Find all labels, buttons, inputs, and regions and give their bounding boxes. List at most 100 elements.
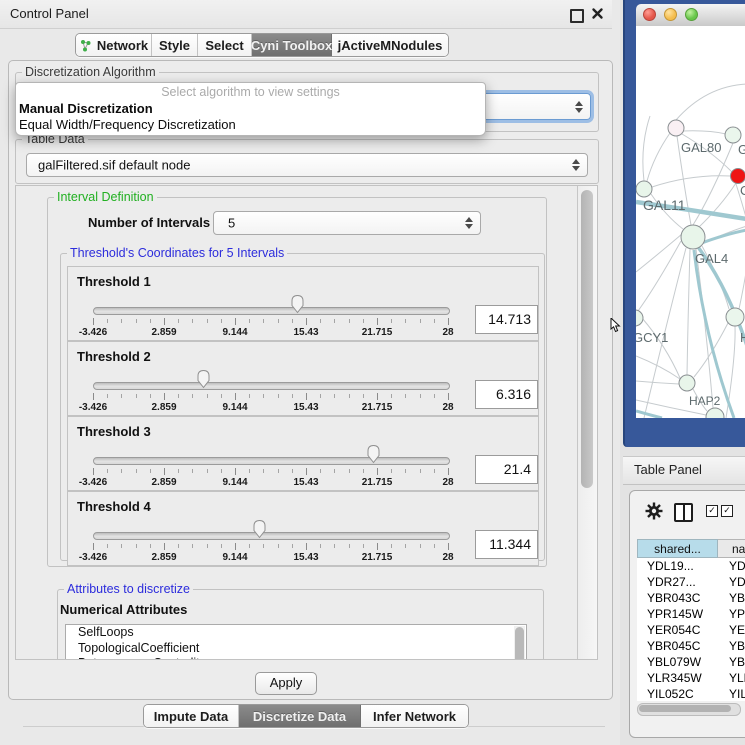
close-window-icon[interactable] [643, 8, 656, 21]
cell-shared-name: YPR145W [647, 606, 703, 622]
right-mid-node[interactable] [726, 308, 744, 326]
combo-stepper-icon [572, 159, 580, 171]
cell-shared-name: YIL052C [647, 686, 694, 701]
node-label-c: C [740, 183, 745, 198]
threshold-value-field[interactable]: 14.713 [475, 305, 538, 334]
cell-name: YLR3 [729, 670, 745, 686]
panel-title: Control Panel [10, 6, 89, 21]
minimize-window-icon[interactable] [664, 8, 677, 21]
attribute-item-topologicalcoefficient[interactable]: TopologicalCoefficient [66, 641, 526, 657]
slider-thumb[interactable] [366, 444, 381, 464]
node-label-gal80: GAL80 [681, 140, 721, 155]
gal80-node[interactable] [668, 120, 684, 136]
table-row[interactable]: YBR045C YBR0 [644, 638, 745, 654]
threshold-value-field[interactable]: 6.316 [475, 380, 538, 409]
table-data-group: Table Data galFiltered.sif default node [15, 139, 599, 184]
attribute-item-selfloops[interactable]: SelfLoops [66, 625, 526, 641]
slider-thumb[interactable] [252, 519, 267, 539]
threshold-1-panel: Threshold 1-3.4262.8599.14415.4321.71528… [67, 266, 539, 341]
threshold-value-field[interactable]: 11.344 [475, 530, 538, 559]
hap2-node[interactable] [679, 375, 695, 391]
table-row[interactable]: YBL079WYBL0 [644, 654, 745, 670]
slider-track[interactable] [93, 457, 450, 465]
combo-stepper-icon [575, 101, 583, 113]
table-data-combo[interactable]: galFiltered.sif default node [26, 153, 588, 177]
slider-tick-labels: -3.4262.8599.14415.4321.71528 [93, 477, 448, 487]
table-row[interactable]: YBR043CYBR0 [644, 590, 745, 606]
threshold-label: Threshold 3 [77, 424, 151, 439]
close-icon[interactable] [591, 7, 604, 20]
slider-tick-labels: -3.4262.8599.14415.4321.71528 [93, 552, 448, 562]
zoom-window-icon[interactable] [685, 8, 698, 21]
network-canvas[interactable]: GAL80GACGAL11GAL4GCY1HHAP2 [636, 26, 745, 418]
network-window-titlebar[interactable] [636, 4, 745, 27]
number-of-intervals-combo[interactable]: 5 [213, 211, 481, 235]
checkbox-icon[interactable]: ✓ [721, 505, 733, 517]
gal11-node[interactable] [636, 181, 652, 197]
column-header-shared-name[interactable]: shared... [637, 539, 718, 558]
tab-jactivemnodules[interactable]: jActiveMNodules [332, 34, 448, 56]
interval-definition-group: Interval Definition Number of Intervals … [47, 197, 547, 567]
threshold-2-panel: Threshold 2-3.4262.8599.14415.4321.71528… [67, 341, 539, 416]
settings-scrollpane: Interval Definition Number of Intervals … [15, 185, 598, 660]
bottom-node[interactable] [706, 408, 724, 418]
top-right-node[interactable] [725, 127, 741, 143]
scrollbar-thumb[interactable] [639, 705, 731, 712]
panel-vertical-scrollbar[interactable] [578, 186, 597, 659]
red-node[interactable] [731, 169, 745, 184]
slider-track[interactable] [93, 532, 450, 540]
node-label-ga: GA [738, 142, 745, 157]
cell-name: YBL0 [729, 654, 745, 670]
slider-ticks [93, 543, 448, 551]
node-label-h: H [740, 330, 745, 345]
table-row[interactable]: YDR27...YDR2 [644, 574, 745, 590]
columns-icon[interactable] [674, 503, 693, 522]
attributes-list-scrollbar[interactable] [514, 626, 525, 659]
tab-network[interactable]: Network [76, 34, 152, 56]
slider-ticks [93, 393, 448, 401]
table-row[interactable]: YDL19...YDL1 [644, 558, 745, 574]
tab-discretize-data[interactable]: Discretize Data [239, 705, 361, 727]
gal4-node[interactable] [681, 225, 705, 249]
tab-label: Style [159, 38, 190, 53]
column-header-name[interactable]: na [718, 539, 745, 558]
numerical-attributes-list[interactable]: SelfLoopsTopologicalCoefficientBetweenne… [65, 624, 527, 659]
checkbox-icon[interactable]: ✓ [706, 505, 718, 517]
tab-impute-data[interactable]: Impute Data [144, 705, 239, 727]
slider-ticks [93, 318, 448, 326]
threshold-label: Threshold 1 [77, 274, 151, 289]
number-of-intervals-value: 5 [228, 216, 235, 231]
table-row[interactable]: YIL052CYIL0 [644, 686, 745, 701]
cell-shared-name: YBR045C [647, 638, 700, 654]
slider-track[interactable] [93, 382, 450, 390]
cell-name: YBR0 [729, 638, 745, 654]
tab-select[interactable]: Select [198, 34, 252, 56]
threshold-value-field[interactable]: 21.4 [475, 455, 538, 484]
slider-tick-labels: -3.4262.8599.14415.4321.71528 [93, 402, 448, 412]
control-panel: Control Panel Network Style Select Cyni Too… [0, 0, 620, 745]
table-row[interactable]: YLR345WYLR3 [644, 670, 745, 686]
tab-style[interactable]: Style [152, 34, 198, 56]
popup-item-manual-discretization[interactable]: Manual Discretization [16, 101, 485, 117]
table-horizontal-scrollbar[interactable] [637, 703, 741, 716]
slider-thumb[interactable] [290, 294, 305, 314]
apply-button[interactable]: Apply [255, 672, 317, 695]
gcy1-node[interactable] [636, 310, 643, 326]
float-panel-icon[interactable] [570, 9, 584, 23]
table-row[interactable]: YPR145WYPR1 [644, 606, 745, 622]
popup-item-equal-width-frequency-discretization[interactable]: Equal Width/Frequency Discretization [16, 117, 485, 133]
tab-cyni-toolbox[interactable]: Cyni Toolbox [252, 34, 332, 56]
network-view-window: GAL80GACGAL11GAL4GCY1HHAP2 [623, 0, 745, 447]
tab-label: Select [205, 38, 243, 53]
scrollbar-thumb[interactable] [581, 190, 593, 488]
threshold-coordinates-group: Threshold's Coordinates for 5 Intervals … [60, 253, 545, 561]
attribute-item-betweennesscentrality[interactable]: BetweennessCentrality [66, 656, 526, 659]
node-label-gal11: GAL11 [643, 197, 686, 213]
slider-track[interactable] [93, 307, 450, 315]
gear-icon[interactable] [645, 502, 663, 520]
tab-infer-network[interactable]: Infer Network [361, 705, 468, 727]
slider-thumb[interactable] [196, 369, 211, 389]
discretization-algorithm-title: Discretization Algorithm [22, 65, 159, 80]
combo-stepper-icon [465, 217, 473, 229]
table-row[interactable]: YER054CYER0 [644, 622, 745, 638]
